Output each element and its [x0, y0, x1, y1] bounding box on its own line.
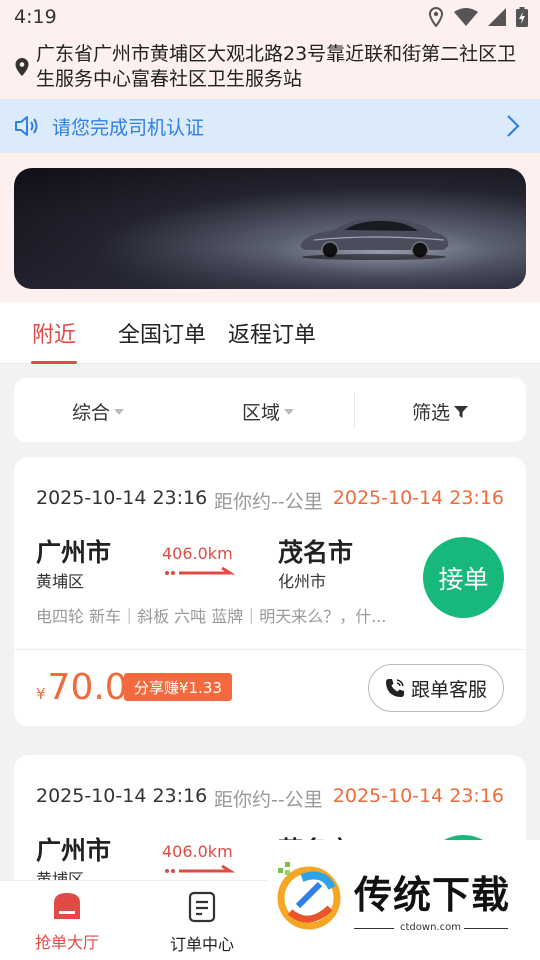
accept-order-button[interactable]: 接单: [423, 537, 504, 618]
notice-text: 请您完成司机认证: [52, 116, 205, 139]
funnel-icon: [454, 405, 469, 418]
watermark-url: ctdown.com: [400, 922, 461, 933]
filter-label: 区域: [242, 402, 281, 424]
status-icons: [428, 7, 528, 27]
filter-region[interactable]: 区域: [242, 398, 295, 425]
customer-service-label: 跟单客服: [410, 678, 487, 701]
driver-verify-notice[interactable]: 请您完成司机认证: [0, 99, 540, 153]
route-arrow-icon: [165, 566, 236, 575]
nav-order-center[interactable]: 订单中心: [152, 891, 252, 955]
watermark-logo-icon: [277, 862, 341, 930]
order-price: ¥ 70.0: [36, 667, 128, 708]
location-pin-icon: [15, 58, 29, 76]
filter-label: 综合: [72, 402, 111, 424]
car-image: [300, 217, 449, 260]
order-deadline: 2025-10-14 23:16: [332, 487, 504, 509]
location-address: 广东省广州市黄埔区大观北路23号靠近联和街第二社区卫生服务中心富春社区卫生服务站: [36, 43, 517, 90]
destination-district: 化州市: [278, 572, 327, 591]
order-hall-icon: [54, 893, 80, 919]
watermark: 传统下载 ctdown.com: [268, 840, 540, 940]
card-divider: [14, 649, 526, 650]
origin-city: 广州市: [36, 538, 112, 567]
status-time: 4:19: [14, 6, 57, 28]
caret-down-icon: [114, 408, 125, 415]
promo-banner[interactable]: [14, 168, 526, 289]
location-status-icon: [428, 7, 444, 27]
tab-nearby[interactable]: 附近: [32, 317, 76, 349]
origin-city: 广州市: [36, 836, 112, 865]
tab-nationwide[interactable]: 全国订单: [118, 317, 206, 349]
wifi-icon: [454, 8, 478, 26]
current-location[interactable]: 广东省广州市黄埔区大观北路23号靠近联和街第二社区卫生服务中心富春社区卫生服务站: [14, 42, 526, 92]
phone-icon: [385, 679, 404, 697]
filter-label: 筛选: [412, 402, 451, 424]
signal-icon: [488, 8, 506, 26]
order-deadline: 2025-10-14 23:16: [332, 785, 504, 807]
speaker-icon: [15, 116, 38, 136]
chevron-right-icon: [507, 115, 520, 137]
battery-icon: [516, 7, 528, 27]
order-description: 电四轮 新车｜斜板 六吨 蓝牌｜明天来么？，什...: [36, 607, 387, 626]
origin-district: 黄埔区: [36, 572, 85, 591]
destination-city: 茂名市: [278, 538, 354, 567]
status-bar: 4:19: [0, 0, 540, 36]
customer-service-button[interactable]: 跟单客服: [368, 664, 504, 712]
nav-label: 抢单大厅: [34, 933, 99, 952]
share-earn-badge[interactable]: 分享赚¥1.33: [124, 673, 232, 701]
order-card[interactable]: 2025-10-14 23:16 距你约--公里 2025-10-14 23:1…: [14, 457, 526, 726]
order-distance: 距你约--公里: [214, 789, 323, 811]
watermark-rule: [354, 928, 394, 929]
filter-screen[interactable]: 筛选: [412, 398, 469, 425]
filter-divider: [354, 392, 355, 428]
order-time: 2025-10-14 23:16: [36, 785, 208, 807]
route-distance: 406.0km: [162, 842, 233, 861]
nav-label: 订单中心: [169, 935, 234, 954]
watermark-title: 传统下载: [354, 873, 511, 917]
order-tabs: 附近 全国订单 返程订单: [0, 302, 540, 364]
tab-return[interactable]: 返程订单: [228, 317, 316, 349]
price-amount: 70.0: [47, 667, 128, 708]
nav-order-hall[interactable]: 抢单大厅: [17, 891, 117, 953]
order-distance: 距你约--公里: [214, 491, 323, 513]
order-time: 2025-10-14 23:16: [36, 487, 208, 509]
route-distance: 406.0km: [162, 544, 233, 563]
price-currency: ¥: [36, 685, 46, 703]
filter-comprehensive[interactable]: 综合: [72, 398, 125, 425]
route-arrow-icon: [165, 864, 236, 873]
filter-bar: 综合 区域 筛选: [14, 378, 526, 442]
caret-down-icon: [284, 408, 295, 415]
watermark-rule: [464, 928, 508, 929]
document-icon: [188, 891, 216, 923]
tab-active-indicator: [31, 361, 77, 364]
